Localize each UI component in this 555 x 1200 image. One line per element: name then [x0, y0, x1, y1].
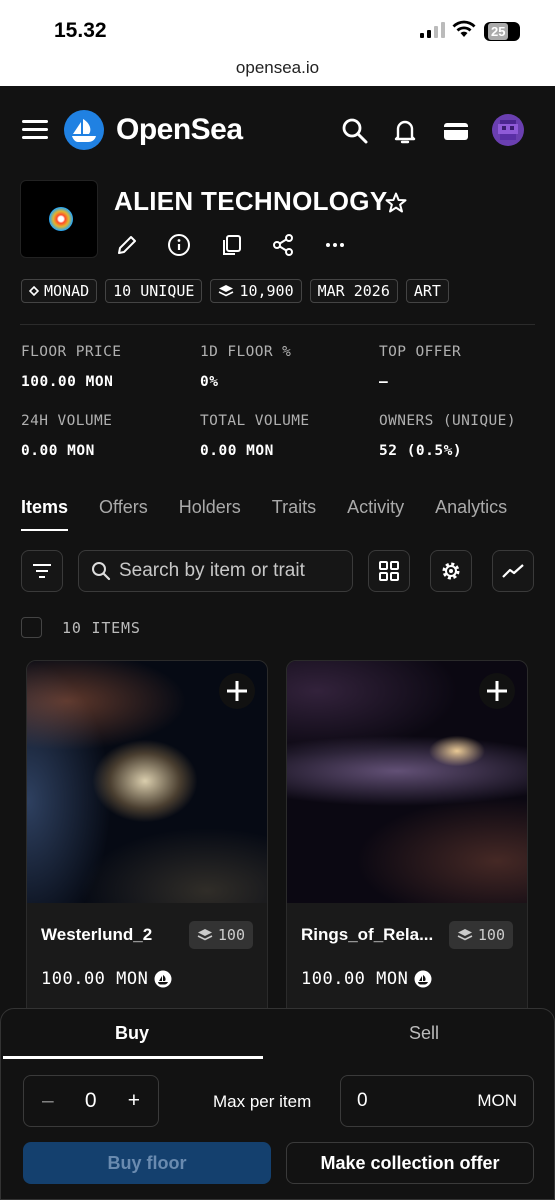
add-to-cart-button[interactable] — [219, 673, 255, 709]
tab-traits[interactable]: Traits — [272, 497, 316, 518]
star-icon[interactable] — [384, 191, 408, 215]
avatar[interactable] — [492, 114, 524, 146]
diamond-icon — [29, 286, 39, 296]
grid-icon — [379, 561, 399, 581]
currency-unit: MON — [477, 1091, 517, 1110]
search-input[interactable] — [119, 560, 339, 582]
opensea-logo-icon[interactable] — [64, 110, 104, 150]
more-icon[interactable] — [323, 233, 347, 257]
menu-icon[interactable] — [22, 120, 48, 140]
active-tab-indicator — [3, 1056, 263, 1059]
tag-date: MAR 2026 — [309, 279, 398, 303]
tab-analytics[interactable]: Analytics — [435, 497, 507, 518]
items-header: 10 ITEMS — [21, 617, 141, 638]
collection-name: ALIEN TECHNOLOGY — [114, 186, 388, 216]
nft-name: Rings_of_Rela... — [301, 925, 434, 944]
nft-card[interactable]: Rings_of_Rela... 100 100.00 MON — [286, 660, 528, 1020]
plus-icon — [227, 681, 247, 701]
tab-buy[interactable]: Buy — [1, 1023, 263, 1044]
tab-sell[interactable]: Sell — [293, 1023, 555, 1044]
buy-floor-button[interactable]: Buy floor — [23, 1142, 271, 1184]
status-bar: 15.32 25 opensea.io — [0, 0, 555, 86]
tab-items[interactable]: Items — [21, 497, 69, 531]
decrement-button[interactable]: – — [42, 1089, 54, 1113]
tag-category: ART — [405, 279, 449, 303]
buy-sell-sheet: Buy Sell – 0 + Max per item MON Buy floo… — [0, 1008, 555, 1200]
stat-24h-volume: 24H VOLUME 0.00 MON — [21, 413, 113, 459]
max-price-field[interactable]: MON — [340, 1075, 534, 1127]
tab-holders[interactable]: Holders — [179, 497, 241, 518]
supply-badge: 100 — [188, 921, 253, 949]
copy-icon[interactable] — [219, 233, 243, 257]
opensea-token-icon — [414, 970, 432, 988]
search-icon — [92, 562, 111, 581]
status-time: 15.32 — [54, 19, 107, 42]
opensea-token-icon — [154, 970, 172, 988]
stat-top-offer: TOP OFFER – — [379, 344, 462, 390]
add-to-cart-button[interactable] — [479, 673, 515, 709]
url-bar[interactable]: opensea.io — [0, 58, 555, 78]
stat-owners: OWNERS (UNIQUE) 52 (0.5%) — [379, 413, 516, 459]
filter-icon — [33, 564, 51, 578]
brand-name[interactable]: OpenSea — [116, 113, 243, 147]
battery-icon: 25 — [484, 22, 520, 41]
supply-badge: 100 — [448, 921, 513, 949]
select-all-checkbox[interactable] — [21, 617, 42, 638]
tag-chain: MONAD — [21, 279, 98, 303]
layers-icon — [219, 285, 234, 297]
share-icon[interactable] — [271, 233, 295, 257]
cellular-signal-icon — [420, 22, 445, 38]
nft-name: Westerlund_2 — [41, 925, 153, 944]
battery-level: 25 — [488, 23, 509, 40]
gear-icon — [442, 562, 460, 580]
filter-button[interactable] — [21, 550, 63, 592]
app-header: OpenSea — [0, 86, 555, 174]
wallet-icon[interactable] — [441, 116, 471, 146]
settings-button[interactable] — [430, 550, 472, 592]
layers-icon — [457, 929, 473, 941]
stat-total-volume: TOTAL VOLUME 0.00 MON — [200, 413, 310, 459]
tag-supply: 10,900 — [210, 279, 302, 303]
search-icon[interactable] — [340, 116, 370, 146]
nft-price: 100.00 MON — [301, 969, 432, 989]
chart-toggle-button[interactable] — [492, 550, 534, 592]
tab-offers[interactable]: Offers — [99, 497, 148, 518]
tab-activity[interactable]: Activity — [347, 497, 404, 518]
plus-icon — [487, 681, 507, 701]
max-per-item-label: Max per item — [213, 1092, 312, 1111]
divider — [20, 324, 535, 325]
quantity-stepper[interactable]: – 0 + — [23, 1075, 159, 1127]
collection-image — [20, 180, 98, 258]
search-field[interactable] — [78, 550, 353, 592]
quantity-value[interactable]: 0 — [85, 1089, 97, 1113]
nft-card[interactable]: Westerlund_2 100 100.00 MON — [26, 660, 268, 1020]
stat-floor-price: FLOOR PRICE 100.00 MON — [21, 344, 122, 390]
make-collection-offer-button[interactable]: Make collection offer — [286, 1142, 534, 1184]
wifi-icon — [452, 20, 476, 37]
nft-price: 100.00 MON — [41, 969, 172, 989]
grid-view-button[interactable] — [368, 550, 410, 592]
collection-tags: MONAD 10 UNIQUE 10,900 MAR 2026 ART — [21, 279, 449, 303]
items-count: 10 ITEMS — [62, 618, 141, 637]
layers-icon — [197, 929, 213, 941]
collection-tabs: Items Offers Holders Traits Activity Ana… — [21, 497, 538, 531]
bell-icon[interactable] — [390, 116, 420, 146]
edit-icon[interactable] — [115, 233, 139, 257]
max-price-input[interactable] — [357, 1090, 417, 1112]
increment-button[interactable]: + — [128, 1089, 140, 1113]
tag-unique: 10 UNIQUE — [105, 279, 203, 303]
info-icon[interactable] — [167, 233, 191, 257]
stat-1d-floor: 1D FLOOR % 0% — [200, 344, 292, 390]
trend-line-icon — [502, 564, 524, 578]
